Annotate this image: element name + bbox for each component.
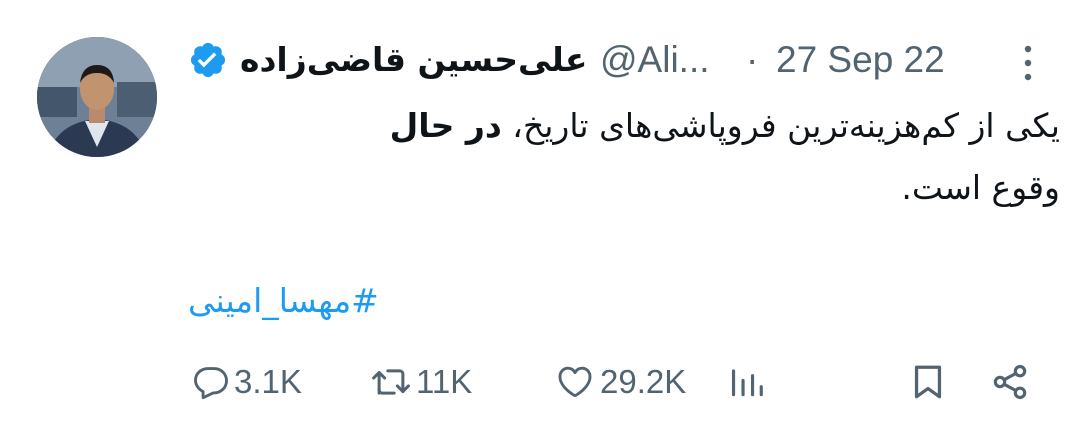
reply-icon	[192, 363, 230, 401]
bookmark-icon	[910, 362, 946, 402]
tweet-header: علی‌حسین قاضی‌زاده @Ali... · 27 Sep 22	[188, 36, 1080, 84]
heart-icon	[554, 363, 596, 401]
tweet-text-line-2: وقوع است.	[901, 168, 1060, 207]
views-button[interactable]	[728, 356, 766, 408]
retweet-count: 11K	[416, 363, 473, 400]
share-button[interactable]	[990, 356, 1030, 408]
avatar[interactable]	[37, 37, 157, 157]
more-options-icon[interactable]	[1018, 42, 1038, 84]
author-display-name[interactable]: علی‌حسین قاضی‌زاده	[240, 36, 587, 84]
like-button[interactable]: 29.2K	[554, 356, 686, 408]
share-icon	[990, 362, 1030, 402]
hashtag-link[interactable]: #مهسا_امینی	[188, 275, 379, 327]
header-separator: ·	[746, 39, 759, 80]
reply-button[interactable]: 3.1K	[192, 356, 302, 408]
tweet-timestamp[interactable]: 27 Sep 22	[776, 36, 945, 84]
views-icon	[728, 363, 766, 401]
tweet-text: یکی از کم‌هزینه‌ترین فروپاشی‌های تاریخ، …	[188, 95, 1060, 219]
retweet-icon	[370, 363, 412, 401]
author-handle[interactable]: @Ali...	[600, 36, 710, 84]
tweet-text-line-1: یکی از کم‌هزینه‌ترین فروپاشی‌های تاریخ، …	[188, 95, 1060, 157]
like-count: 29.2K	[600, 363, 687, 400]
tweet-text-bold: در حال	[389, 106, 502, 145]
tweet-actions: 3.1K 11K 29.2K	[0, 356, 1080, 408]
bookmark-button[interactable]	[910, 356, 946, 408]
tweet-text-normal: یکی از کم‌هزینه‌ترین فروپاشی‌های تاریخ،	[501, 106, 1060, 145]
verified-badge-icon	[188, 40, 228, 80]
retweet-button[interactable]: 11K	[370, 356, 472, 408]
reply-count: 3.1K	[234, 363, 302, 400]
